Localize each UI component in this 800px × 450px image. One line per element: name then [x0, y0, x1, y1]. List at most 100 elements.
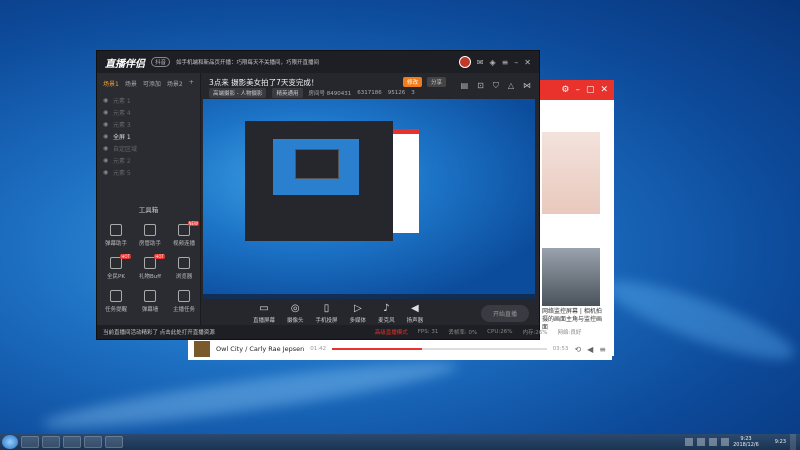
- tool-label: 房管助手: [138, 241, 161, 247]
- share-button[interactable]: 分享: [427, 77, 447, 87]
- tool-item[interactable]: 弹幕助手: [99, 224, 133, 247]
- modify-button[interactable]: 修改: [403, 77, 423, 87]
- shop-icon[interactable]: ⛉: [493, 81, 499, 91]
- scene-item[interactable]: ◉ 元素 3: [97, 118, 200, 130]
- control-label: 手机投屏: [315, 317, 338, 324]
- live-mode[interactable]: 高级直播模式: [375, 328, 408, 336]
- notice-link[interactable]: 如手机端和新品页开播：巧限每天不关播间，巧限开直播间: [176, 58, 319, 66]
- scene-item[interactable]: ◉ 元素 4: [97, 106, 200, 118]
- volume-icon[interactable]: ◀: [587, 345, 593, 354]
- scene-item[interactable]: ◉ 元素 2: [97, 154, 200, 166]
- data-icon[interactable]: ▤: [461, 81, 469, 91]
- tool-item[interactable]: NEW 视频连播: [167, 221, 201, 247]
- eye-icon[interactable]: ◉: [103, 169, 109, 176]
- start-button[interactable]: [2, 435, 18, 449]
- scene-item[interactable]: ◉ 元素 5: [97, 166, 200, 178]
- show-desktop-button[interactable]: [790, 434, 796, 450]
- category-chip[interactable]: 高端摄影 - 人物摄影: [209, 88, 267, 98]
- total-time: 03:53: [552, 346, 569, 352]
- tool-item[interactable]: 主播任务: [167, 290, 201, 313]
- taskbar-item[interactable]: [42, 436, 60, 448]
- thumbnail-image[interactable]: [542, 132, 600, 214]
- minimize-icon[interactable]: –: [514, 58, 518, 67]
- share-icon[interactable]: ⋈: [523, 81, 531, 91]
- tray-icon[interactable]: [685, 438, 694, 446]
- minimize-icon[interactable]: –: [575, 85, 580, 95]
- thumbnail-image[interactable]: [542, 248, 600, 306]
- taskbar-item[interactable]: [84, 436, 102, 448]
- eye-icon[interactable]: ◉: [103, 97, 109, 104]
- scene-item[interactable]: ◉ 元素 1: [97, 94, 200, 106]
- tool-item[interactable]: HOT 全民PK: [99, 254, 133, 280]
- source-control[interactable]: ◎ 摄像头: [287, 303, 304, 324]
- source-control[interactable]: ▯ 手机投屏: [316, 303, 338, 324]
- settings-icon[interactable]: ⚙: [561, 85, 569, 95]
- status-warning[interactable]: 当前直播间活动精彩了 点击此处打开直播资源: [103, 328, 215, 336]
- eye-icon[interactable]: ◉: [103, 109, 109, 116]
- tool-item[interactable]: 弹幕墙: [133, 290, 167, 313]
- status-bar: 当前直播间活动精彩了 点击此处打开直播资源 高级直播模式 FPS: 31 丢帧率…: [97, 325, 581, 339]
- tab-scene-2[interactable]: 场景2: [167, 79, 183, 88]
- tool-label: 弹幕墙: [141, 307, 159, 313]
- likes-count: 95126: [387, 90, 406, 96]
- taskbar-item[interactable]: [63, 436, 81, 448]
- tray-icon[interactable]: [721, 438, 730, 446]
- scene-label: 元素 1: [113, 97, 131, 105]
- mail-icon[interactable]: ✉: [477, 58, 484, 67]
- live-preview[interactable]: [203, 99, 535, 299]
- playlist-icon[interactable]: ≡: [599, 345, 606, 354]
- scene-item[interactable]: ◉ 全屏 1: [97, 130, 200, 142]
- source-control[interactable]: ◀ 扬声器: [407, 303, 424, 324]
- avatar[interactable]: [458, 56, 471, 68]
- control-label: 麦克风: [378, 317, 395, 324]
- tray-icon[interactable]: [709, 438, 718, 446]
- tab-scene[interactable]: 场景: [125, 79, 137, 88]
- scene-label: 元素 2: [113, 157, 131, 165]
- eye-icon[interactable]: ◉: [103, 133, 109, 140]
- tool-icon: [178, 257, 190, 269]
- tray-icon[interactable]: [697, 438, 706, 446]
- elapsed-time: 01:42: [310, 346, 327, 352]
- repeat-icon[interactable]: ⟲: [574, 345, 581, 354]
- album-art[interactable]: [194, 341, 210, 357]
- platform-badge[interactable]: 抖音: [151, 57, 171, 67]
- taskbar-item[interactable]: [105, 436, 123, 448]
- skin-icon[interactable]: ◈: [489, 58, 495, 67]
- close-icon[interactable]: ✕: [524, 58, 531, 67]
- tool-item[interactable]: HOT 礼物Buff: [133, 254, 167, 280]
- preview-window: [295, 149, 339, 179]
- clock[interactable]: 9:23 2018/12/6: [733, 436, 759, 448]
- lock-icon[interactable]: ⊡: [477, 81, 484, 91]
- tool-item[interactable]: 浏览器: [167, 257, 201, 280]
- taskbar: 9:23 2018/12/6 9:23: [0, 434, 800, 450]
- source-control[interactable]: ▷ 多媒体: [350, 303, 367, 324]
- progress-bar[interactable]: [332, 348, 547, 350]
- start-live-button[interactable]: 开始直播: [480, 304, 529, 322]
- eye-icon[interactable]: ◉: [103, 121, 109, 128]
- mem-readout: 内存:26%: [522, 330, 548, 336]
- close-icon[interactable]: ✕: [600, 85, 608, 95]
- scene-item[interactable]: ◉ 自定区域: [97, 142, 200, 154]
- cpu-readout: CPU:26%: [487, 329, 513, 335]
- control-icon: ▯: [323, 302, 330, 314]
- eye-icon[interactable]: ◉: [103, 145, 109, 152]
- menu-icon[interactable]: ≡: [502, 58, 509, 67]
- fans-count: 6317186: [357, 90, 382, 96]
- eye-icon[interactable]: ◉: [103, 157, 109, 164]
- tool-icon: [144, 290, 156, 302]
- tab-add[interactable]: 可添加: [143, 79, 161, 88]
- tool-item[interactable]: 房管助手: [133, 224, 167, 247]
- bell-icon[interactable]: △: [508, 81, 514, 91]
- tab-scene-1[interactable]: 场景1: [103, 79, 119, 88]
- scene-sidebar: 场景1 场景 可添加 场景2 + ◉ 元素 1 ◉ 元素 4 ◉ 元素 3 ◉ 全屏 1 ◉ 自定…: [97, 73, 201, 325]
- background-window[interactable]: ⚙ – ▢ ✕ 网络监控屏幕 | 相机拍摄的画面主角与监控画面: [532, 80, 614, 356]
- tool-label: 主播任务: [172, 307, 195, 313]
- add-tab-icon[interactable]: +: [189, 79, 194, 88]
- room-chip[interactable]: 精英通用: [272, 88, 303, 98]
- tool-item[interactable]: 任务提醒: [99, 290, 133, 313]
- taskbar-item[interactable]: [21, 436, 39, 448]
- source-control[interactable]: ▭ 直播屏幕: [253, 303, 275, 324]
- source-control[interactable]: ♪ 麦克风: [378, 303, 395, 324]
- maximize-icon[interactable]: ▢: [586, 85, 595, 95]
- control-icon: ◎: [290, 302, 300, 314]
